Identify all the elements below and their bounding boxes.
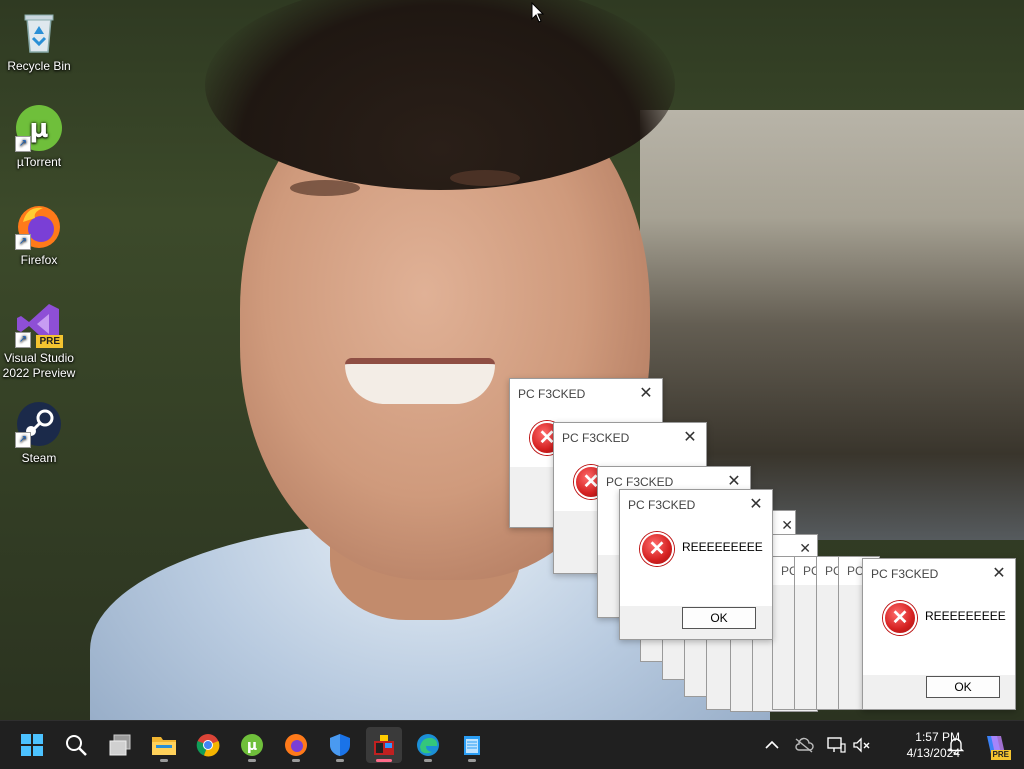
wallpaper-eye [450, 170, 520, 186]
running-indicator [248, 759, 256, 762]
running-indicator [160, 759, 168, 762]
malware-app-icon [374, 735, 394, 755]
firefox-icon [285, 734, 307, 756]
taskbar-firefox[interactable] [278, 727, 314, 763]
desktop-icon-visual-studio[interactable]: ↗ PRE Visual Studio 2022 Preview [2, 300, 76, 381]
taskbar: µ 1:57 PM 4/13/2024 PRE [0, 720, 1024, 769]
shortcut-arrow-icon: ↗ [15, 234, 31, 250]
utorrent-icon: µ ↗ [15, 104, 63, 152]
taskbar-notepad[interactable] [454, 727, 490, 763]
edge-icon [417, 734, 439, 756]
running-indicator [424, 759, 432, 762]
shortcut-arrow-icon: ↗ [15, 332, 31, 348]
error-icon: ✕ [640, 532, 674, 566]
dialog-message: REEEEEEEEE [925, 609, 1006, 623]
dialog-message: REEEEEEEEE [682, 540, 763, 554]
windows-security-icon [330, 734, 350, 756]
desktop-icon-label: Steam [21, 451, 57, 465]
preview-badge: PRE [36, 335, 63, 348]
ok-button[interactable]: OK [682, 607, 756, 629]
error-dialog[interactable]: PC F3CKED ✕ ✕ REEEEEEEEE OK [862, 558, 1016, 710]
close-icon[interactable]: ✕ [636, 379, 656, 409]
desktop-icon-recycle-bin[interactable]: Recycle Bin [2, 8, 76, 74]
running-indicator [376, 759, 392, 762]
show-hidden-icons-button[interactable] [760, 721, 784, 769]
desktop-icon-label: µTorrent [16, 155, 62, 169]
notifications-button[interactable] [944, 721, 968, 769]
wallpaper-eye [290, 180, 360, 196]
speaker-muted-icon [853, 737, 870, 753]
taskbar-chrome[interactable] [190, 727, 226, 763]
desktop-icon-label: Firefox [20, 253, 58, 267]
running-indicator [292, 759, 300, 762]
desktop-icon-label: Visual Studio 2022 Preview [2, 351, 76, 380]
onedrive-button[interactable] [792, 721, 816, 769]
search-icon [66, 735, 87, 756]
wallpaper-mouth [345, 358, 495, 404]
visual-studio-icon: ↗ PRE [15, 300, 63, 348]
search-button[interactable] [58, 727, 94, 763]
taskbar-file-explorer[interactable] [146, 727, 182, 763]
taskbar-active-app[interactable] [366, 727, 402, 763]
task-view-icon [109, 734, 131, 756]
cloud-offline-icon [795, 737, 814, 753]
firefox-icon: ↗ [15, 202, 63, 250]
utorrent-icon: µ [241, 734, 263, 756]
chevron-up-icon [765, 740, 779, 749]
taskbar-edge[interactable] [410, 727, 446, 763]
desktop-icon-steam[interactable]: ↗ Steam [2, 400, 76, 466]
notepad-icon [464, 736, 480, 755]
volume-button[interactable] [850, 721, 874, 769]
shortcut-arrow-icon: ↗ [15, 432, 31, 448]
dialog-body: ✕ REEEEEEEEE [620, 520, 772, 606]
steam-icon: ↗ [15, 400, 63, 448]
mouse-cursor-icon [531, 2, 545, 23]
desktop-icon-utorrent[interactable]: µ ↗ µTorrent [2, 104, 76, 170]
taskbar-windows-security[interactable] [322, 727, 358, 763]
start-icon [21, 734, 43, 756]
start-button[interactable] [14, 727, 50, 763]
file-explorer-icon [152, 737, 176, 755]
dialog-body: ✕ REEEEEEEEE [863, 589, 1015, 675]
close-icon[interactable]: ✕ [746, 490, 766, 520]
close-icon[interactable]: ✕ [680, 423, 700, 453]
bell-icon [948, 738, 964, 754]
chrome-icon [196, 734, 220, 757]
recycle-bin-icon [15, 8, 63, 56]
network-button[interactable] [824, 721, 848, 769]
error-icon: ✕ [883, 601, 917, 635]
desktop-icon-label: Recycle Bin [7, 59, 71, 73]
task-view-button[interactable] [102, 727, 138, 763]
running-indicator [468, 759, 476, 762]
copilot-icon: PRE [981, 732, 1011, 760]
desktop-icon-firefox[interactable]: ↗ Firefox [2, 202, 76, 268]
copilot-button[interactable]: PRE [978, 721, 1011, 769]
close-icon[interactable]: ✕ [989, 559, 1009, 589]
ok-button[interactable]: OK [926, 676, 1000, 698]
running-indicator [336, 759, 344, 762]
copilot-preview-badge: PRE [990, 750, 1011, 760]
network-icon [827, 737, 846, 753]
svg-text:µ: µ [247, 738, 257, 754]
taskbar-utorrent[interactable]: µ [234, 727, 270, 763]
svg-text:µ: µ [29, 114, 48, 144]
shortcut-arrow-icon: ↗ [15, 136, 31, 152]
error-dialog[interactable]: PC F3CKED ✕ ✕ REEEEEEEEE OK [619, 489, 773, 640]
